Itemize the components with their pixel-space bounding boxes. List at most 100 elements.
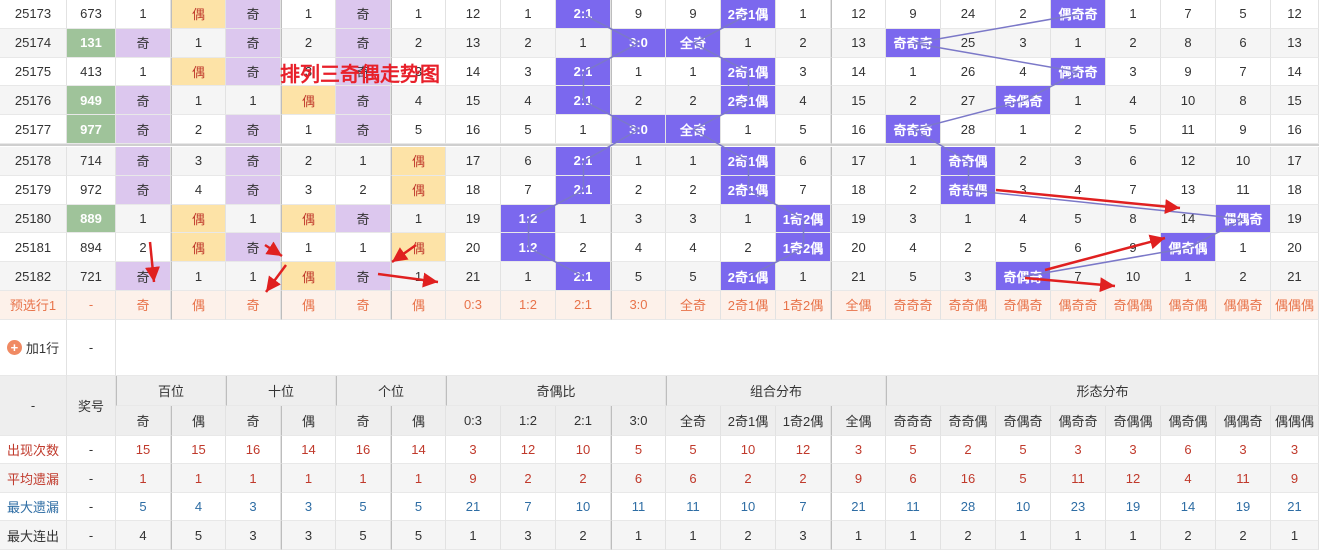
preselect-option[interactable]: 全偶 — [831, 291, 886, 320]
preselect-option[interactable]: 奇 — [226, 291, 281, 320]
trend-cell: 3 — [666, 204, 721, 234]
trend-cell: 5 — [776, 115, 831, 144]
column-header: 2奇1偶 — [721, 405, 776, 436]
trend-cell: 1 — [226, 262, 281, 291]
stat-value: 11 — [1216, 464, 1271, 493]
column-header: 奇 — [116, 405, 171, 436]
stat-label: 最大遗漏 — [0, 492, 67, 522]
preselect-option[interactable]: 2:1 — [556, 291, 611, 320]
stat-value: 11 — [1051, 464, 1106, 493]
stat-value: 2 — [1216, 521, 1271, 550]
trend-cell: 1 — [171, 28, 226, 58]
trend-cell: 5 — [1106, 115, 1161, 144]
group-header: 十位 — [226, 375, 336, 406]
stat-value: 6 — [1161, 435, 1216, 465]
trend-cell: 2奇1偶 — [721, 0, 776, 29]
preselect-option[interactable]: 1奇2偶 — [776, 291, 831, 320]
trend-cell: 8 — [1216, 86, 1271, 116]
preselect-option[interactable]: 奇 — [336, 291, 391, 320]
trend-cell: 14 — [1271, 57, 1319, 87]
stat-value: 2 — [501, 464, 556, 493]
stat-value: 3 — [1051, 435, 1106, 465]
trend-cell: 1 — [1051, 86, 1106, 116]
trend-cell: 偶 — [281, 262, 336, 291]
trend-cell: 24 — [941, 0, 996, 29]
trend-cell: 4 — [501, 86, 556, 116]
stat-number: - — [67, 492, 116, 522]
add-row-button[interactable]: + 加1行 — [0, 319, 67, 376]
trend-cell: 17 — [831, 147, 886, 176]
trend-cell: 偶奇奇 — [1051, 0, 1106, 29]
trend-cell: 1 — [556, 204, 611, 234]
trend-cell: 2 — [666, 86, 721, 116]
trend-cell: 15 — [1271, 86, 1319, 116]
group-header: 组合分布 — [666, 375, 886, 406]
preselect-option[interactable]: 奇偶偶 — [1106, 291, 1161, 320]
stat-value: 3 — [226, 492, 281, 522]
preselect-option[interactable]: 奇 — [116, 291, 171, 320]
trend-cell: 4 — [996, 204, 1051, 234]
trend-cell: 4 — [776, 86, 831, 116]
trend-cell: 2 — [721, 233, 776, 263]
stat-value: 23 — [1051, 492, 1106, 522]
stat-value: 5 — [391, 521, 446, 550]
trend-cell: 奇 — [116, 28, 171, 58]
preselect-option[interactable]: 奇奇奇 — [886, 291, 941, 320]
trend-cell: 6 — [1051, 233, 1106, 263]
stat-value: 16 — [336, 435, 391, 465]
preselect-option[interactable]: 奇奇偶 — [941, 291, 996, 320]
trend-cell: 偶奇偶 — [1161, 233, 1216, 263]
trend-cell: 2奇1偶 — [721, 147, 776, 176]
stat-value: 10 — [556, 435, 611, 465]
trend-cell: 奇 — [336, 115, 391, 144]
trend-cell: 奇 — [116, 86, 171, 116]
preselect-option[interactable]: 奇偶奇 — [996, 291, 1051, 320]
trend-cell: 9 — [611, 0, 666, 29]
issue-cell: 25182 — [0, 262, 67, 291]
column-header: 偶 — [391, 405, 446, 436]
trend-cell: 偶 — [171, 233, 226, 263]
preselect-option[interactable]: 偶偶奇 — [1216, 291, 1271, 320]
trend-cell: 1 — [996, 115, 1051, 144]
stats-corner: - — [0, 375, 67, 436]
draw-number: 673 — [67, 0, 116, 29]
trend-cell: 1 — [776, 262, 831, 291]
preselect-option[interactable]: 1:2 — [501, 291, 556, 320]
column-header: 奇 — [226, 405, 281, 436]
trend-cell: 奇 — [336, 0, 391, 29]
stat-value: 15 — [171, 435, 226, 465]
stat-number: - — [67, 521, 116, 550]
preselect-option[interactable]: 2奇1偶 — [721, 291, 776, 320]
trend-cell: 奇 — [116, 115, 171, 144]
trend-cell: 5 — [1216, 0, 1271, 29]
trend-cell: 1 — [1161, 262, 1216, 291]
preselect-option[interactable]: 3:0 — [611, 291, 666, 320]
preselect-option[interactable]: 偶偶偶 — [1271, 291, 1319, 320]
trend-cell: 1 — [611, 57, 666, 87]
issue-cell: 25176 — [0, 86, 67, 116]
preselect-option[interactable]: 偶奇奇 — [1051, 291, 1106, 320]
preselect-option[interactable]: 全奇 — [666, 291, 721, 320]
stat-number: - — [67, 464, 116, 493]
stat-value: 2 — [721, 464, 776, 493]
preselect-option[interactable]: 0:3 — [446, 291, 501, 320]
stat-value: 3 — [446, 435, 501, 465]
preselect-option[interactable]: 偶奇偶 — [1161, 291, 1216, 320]
stat-value: 3 — [831, 435, 886, 465]
trend-cell: 1 — [501, 0, 556, 29]
stat-value: 1 — [446, 521, 501, 550]
trend-cell: 6 — [1216, 28, 1271, 58]
preselect-option[interactable]: 偶 — [171, 291, 226, 320]
trend-cell: 3 — [501, 57, 556, 87]
trend-cell: 1 — [666, 147, 721, 176]
trend-cell: 2:1 — [556, 175, 611, 205]
preselect-option[interactable]: 偶 — [281, 291, 336, 320]
stat-value: 5 — [171, 521, 226, 550]
trend-cell: 奇 — [116, 262, 171, 291]
trend-cell: 14 — [1161, 204, 1216, 234]
trend-cell: 7 — [1161, 0, 1216, 29]
stat-value: 21 — [446, 492, 501, 522]
preselect-option[interactable]: 偶 — [391, 291, 446, 320]
trend-cell: 奇 — [336, 262, 391, 291]
stat-value: 2 — [721, 521, 776, 550]
